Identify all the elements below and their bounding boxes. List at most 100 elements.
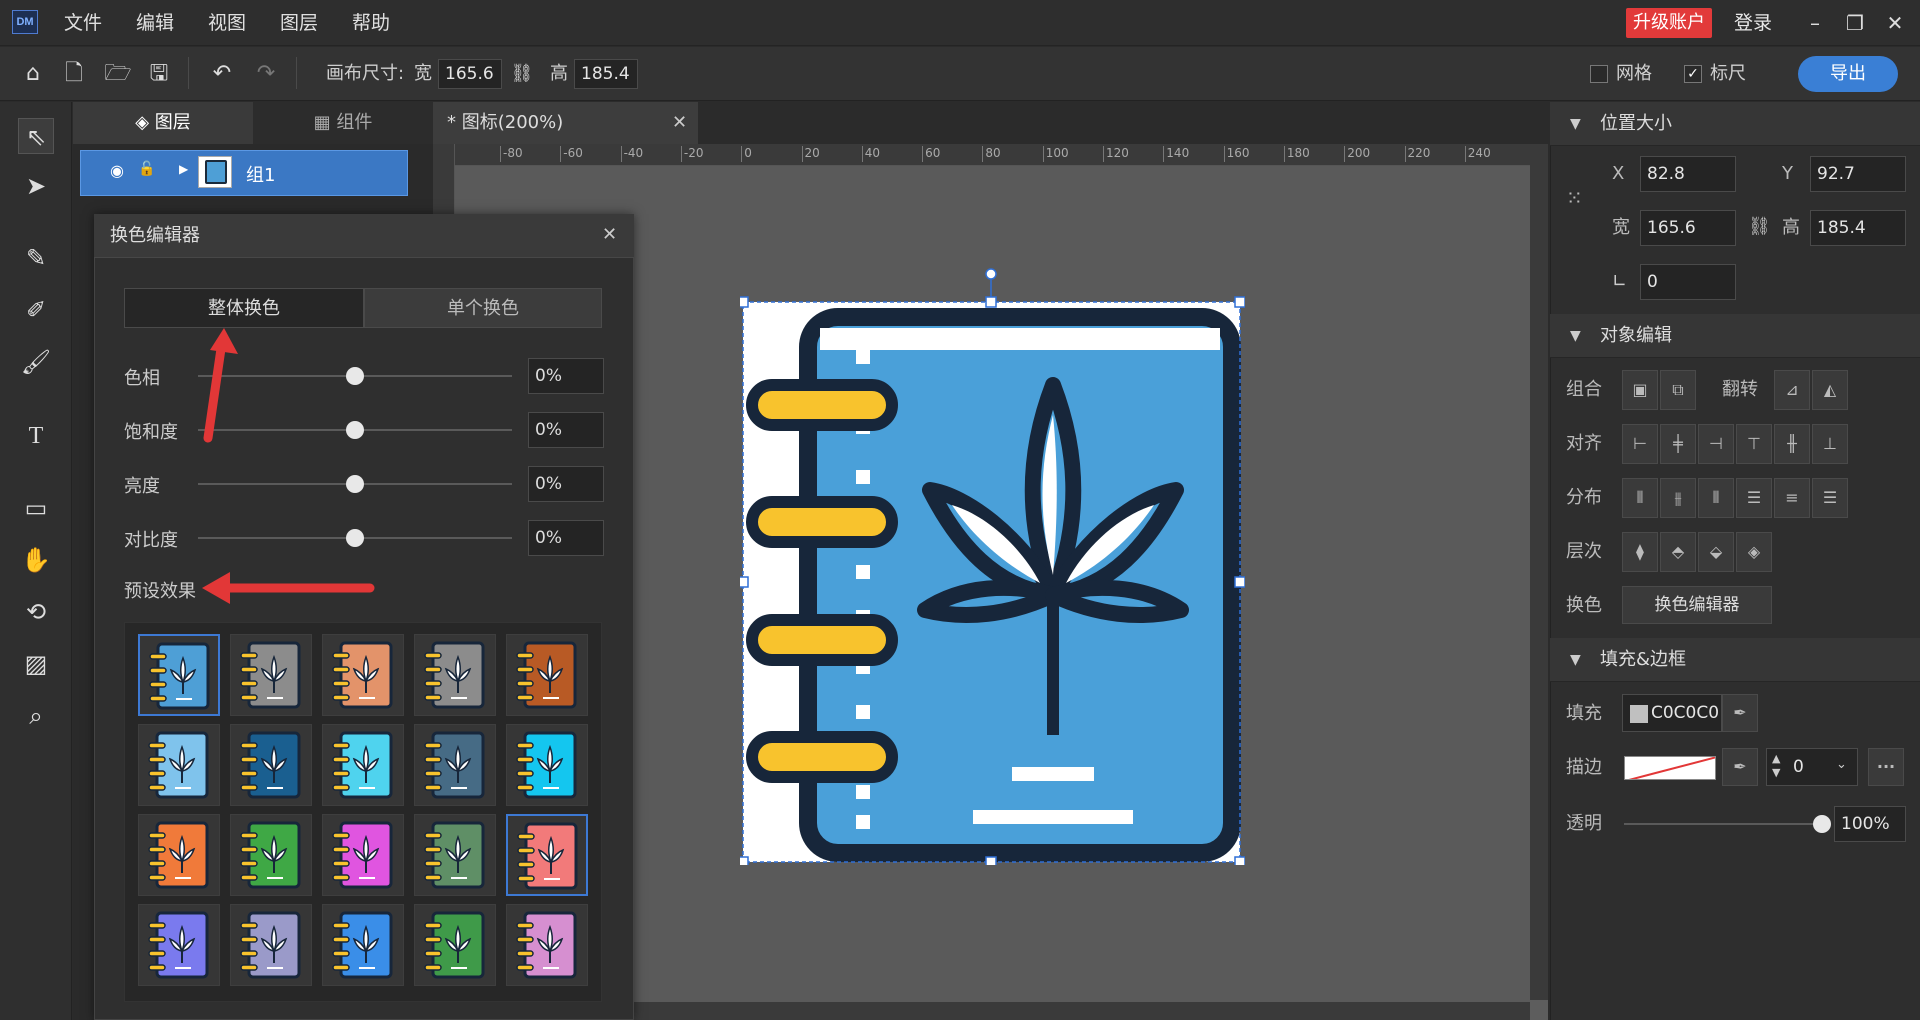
eyedropper-icon[interactable]: ✒ bbox=[1722, 694, 1758, 732]
preset-thumbnail[interactable] bbox=[414, 634, 496, 716]
group-icon[interactable]: ▣ bbox=[1622, 370, 1658, 410]
save-icon[interactable]: 🖫 bbox=[145, 60, 173, 88]
align-middle-icon[interactable]: ╫ bbox=[1774, 424, 1810, 464]
canvas-height-field[interactable]: 185.4 bbox=[574, 59, 638, 89]
pen-add-icon[interactable]: ✐ bbox=[18, 292, 54, 328]
layer-row[interactable] bbox=[80, 150, 408, 196]
distribute-middle-icon[interactable]: ≡ bbox=[1774, 478, 1810, 518]
menu-file[interactable]: 文件 bbox=[60, 8, 106, 38]
preset-thumbnail[interactable] bbox=[230, 814, 312, 896]
align-center-icon[interactable]: ╪ bbox=[1660, 424, 1696, 464]
align-right-icon[interactable]: ⊣ bbox=[1698, 424, 1734, 464]
eyedropper-icon[interactable]: ✒ bbox=[1722, 748, 1758, 786]
flip-vertical-icon[interactable]: ⊿ bbox=[1774, 370, 1810, 410]
preset-thumbnail[interactable] bbox=[506, 634, 588, 716]
preset-thumbnail[interactable] bbox=[414, 904, 496, 986]
ruler-checkbox[interactable]: ✓ bbox=[1684, 65, 1702, 83]
send-back-icon[interactable]: ◈ bbox=[1736, 532, 1772, 572]
distribute-center-icon[interactable]: ⫵ bbox=[1660, 478, 1696, 518]
more-icon[interactable]: ··· bbox=[1868, 748, 1904, 786]
align-bottom-icon[interactable]: ⊥ bbox=[1812, 424, 1848, 464]
open-folder-icon[interactable]: 🗁 bbox=[104, 60, 132, 88]
distribute-top-icon[interactable]: ☰ bbox=[1736, 478, 1772, 518]
preset-thumbnail[interactable] bbox=[506, 904, 588, 986]
color-editor-button[interactable]: 换色编辑器 bbox=[1622, 586, 1772, 624]
chevron-down-icon[interactable]: ⌄ bbox=[1836, 757, 1847, 772]
close-window-icon[interactable]: ✕ bbox=[1880, 10, 1910, 36]
preset-thumbnail[interactable] bbox=[138, 904, 220, 986]
preset-thumbnail[interactable] bbox=[138, 724, 220, 806]
zoom-icon[interactable]: ⌕ bbox=[18, 698, 54, 734]
gradient-icon[interactable]: ▨ bbox=[18, 646, 54, 682]
x-field[interactable]: 82.8 bbox=[1640, 156, 1736, 192]
height-field[interactable]: 185.4 bbox=[1810, 210, 1906, 246]
undo-icon[interactable]: ↶ bbox=[208, 60, 236, 88]
preset-thumbnail[interactable] bbox=[506, 724, 588, 806]
upgrade-account-button[interactable]: 升级账户 bbox=[1626, 8, 1712, 38]
preset-thumbnail[interactable] bbox=[138, 814, 220, 896]
section-position-size[interactable]: 位置大小 bbox=[1550, 102, 1920, 146]
close-tab-icon[interactable]: ✕ bbox=[672, 112, 687, 133]
distribute-bottom-icon[interactable]: ☰ bbox=[1812, 478, 1848, 518]
home-icon[interactable]: ⌂ bbox=[19, 60, 47, 88]
eye-icon[interactable]: ◉ bbox=[110, 161, 124, 180]
section-object-edit[interactable]: 对象编辑 bbox=[1550, 314, 1920, 358]
rectangle-icon[interactable]: ▭ bbox=[18, 490, 54, 526]
collapse-icon[interactable]: ▼ bbox=[1570, 638, 1581, 682]
align-top-icon[interactable]: ⊤ bbox=[1736, 424, 1772, 464]
section-fill-border[interactable]: 填充&边框 bbox=[1550, 638, 1920, 682]
align-left-icon[interactable]: ⊢ bbox=[1622, 424, 1658, 464]
redo-icon[interactable]: ↷ bbox=[252, 60, 280, 88]
bring-forward-icon[interactable]: ⬘ bbox=[1660, 532, 1696, 572]
new-file-icon[interactable]: 🗋 bbox=[60, 60, 88, 88]
brightness-value[interactable]: 0% bbox=[528, 466, 604, 502]
preset-thumbnail[interactable] bbox=[230, 634, 312, 716]
canvas-width-field[interactable]: 165.6 bbox=[438, 59, 502, 89]
preset-thumbnail[interactable] bbox=[322, 724, 404, 806]
vertical-scrollbar[interactable] bbox=[1530, 144, 1548, 1000]
login-button[interactable]: 登录 bbox=[1734, 8, 1772, 38]
preset-thumbnail[interactable] bbox=[322, 634, 404, 716]
unlink-icon[interactable]: ⛓ bbox=[1748, 216, 1771, 237]
brush-icon[interactable]: 🖌 bbox=[18, 344, 54, 380]
hue-value[interactable]: 0% bbox=[528, 358, 604, 394]
opacity-knob[interactable] bbox=[1813, 815, 1831, 833]
saturation-value[interactable]: 0% bbox=[528, 412, 604, 448]
preset-thumbnail[interactable] bbox=[322, 814, 404, 896]
lock-icon[interactable]: 🔓 bbox=[138, 161, 155, 177]
direct-select-icon[interactable]: ➤ bbox=[18, 168, 54, 204]
anchor-icon[interactable]: ⁙ bbox=[1566, 186, 1596, 216]
bring-front-icon[interactable]: ⧫ bbox=[1622, 532, 1658, 572]
rotate-icon[interactable]: ⟲ bbox=[18, 594, 54, 630]
tab-components[interactable]: ▦ 组件 bbox=[253, 102, 433, 144]
pen-tool-icon[interactable]: ✎ bbox=[18, 240, 54, 276]
notebook-artwork[interactable] bbox=[740, 265, 1245, 865]
fill-swatch[interactable] bbox=[1630, 705, 1648, 723]
menu-view[interactable]: 视图 bbox=[204, 8, 250, 38]
collapse-icon[interactable]: ▼ bbox=[1570, 102, 1581, 146]
tab-single-recolor[interactable]: 单个换色 bbox=[364, 288, 602, 328]
unlink-icon[interactable]: ⛓ bbox=[508, 60, 536, 88]
hand-icon[interactable]: ✋ bbox=[18, 542, 54, 578]
export-button[interactable]: 导出 bbox=[1798, 56, 1898, 92]
collapse-icon[interactable]: ▼ bbox=[1570, 314, 1581, 358]
angle-field[interactable]: 0 bbox=[1640, 264, 1736, 300]
width-field[interactable]: 165.6 bbox=[1640, 210, 1736, 246]
select-tool-icon[interactable]: ⇖ bbox=[18, 118, 54, 154]
preset-thumbnail[interactable] bbox=[138, 634, 220, 716]
stepper-icon[interactable]: ▲ ▼ bbox=[1772, 752, 1780, 780]
distribute-left-icon[interactable]: ⫴ bbox=[1622, 478, 1658, 518]
preset-thumbnail[interactable] bbox=[230, 904, 312, 986]
flip-horizontal-icon[interactable]: ◭ bbox=[1812, 370, 1848, 410]
y-field[interactable]: 92.7 bbox=[1810, 156, 1906, 192]
restore-icon[interactable]: ❐ bbox=[1840, 10, 1870, 36]
expand-icon[interactable]: ▶ bbox=[179, 162, 188, 176]
opacity-slider[interactable] bbox=[1624, 823, 1822, 825]
tab-layers[interactable]: ◈ 图层 bbox=[73, 102, 253, 144]
preset-thumbnail[interactable] bbox=[506, 814, 588, 896]
document-tab[interactable]: * 图标(200%) bbox=[433, 102, 698, 144]
menu-edit[interactable]: 编辑 bbox=[132, 8, 178, 38]
text-tool-icon[interactable]: T bbox=[18, 418, 54, 454]
preset-thumbnail[interactable] bbox=[322, 904, 404, 986]
ungroup-icon[interactable]: ⧉ bbox=[1660, 370, 1696, 410]
